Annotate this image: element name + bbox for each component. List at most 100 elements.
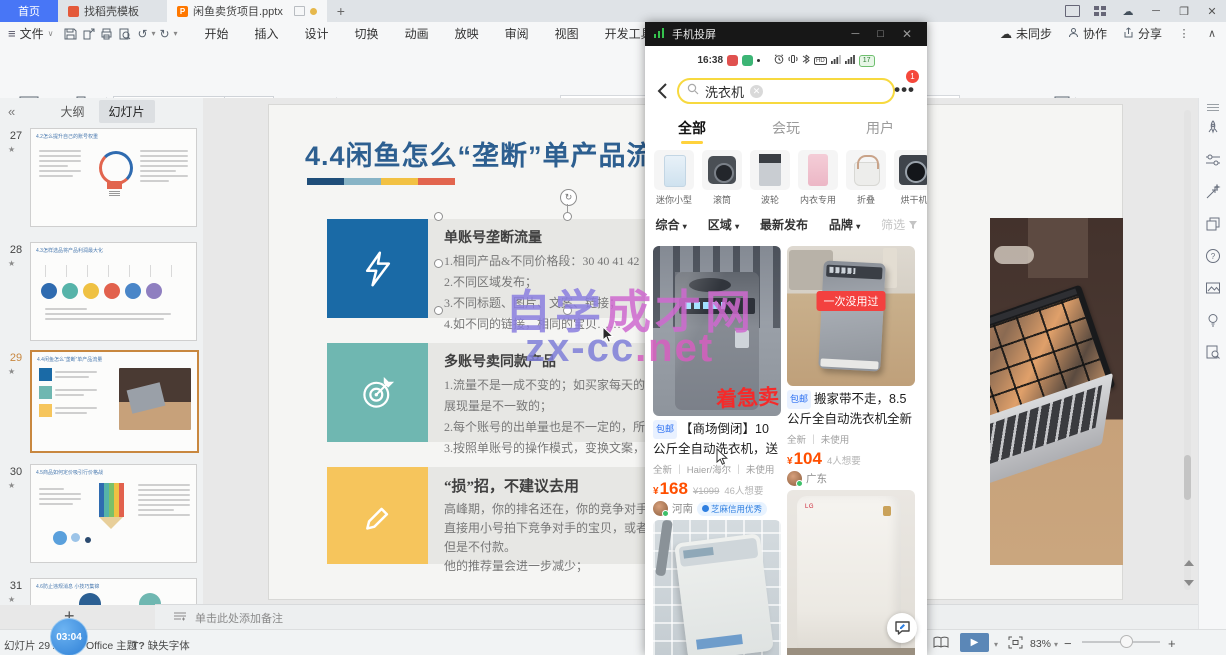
print-icon[interactable] (97, 26, 115, 42)
missing-font-warning[interactable]: T? 缺失字体 (132, 638, 190, 653)
file-menu[interactable]: ≡ 文件∨ (0, 25, 61, 42)
filter-newest[interactable]: 最新发布 (760, 216, 808, 233)
layout-single-icon[interactable] (1058, 0, 1086, 22)
rotate-handle[interactable]: ↻ (560, 189, 577, 206)
slide-27-thumbnail[interactable]: 4.2怎么提升自己的账号权重 (30, 128, 197, 227)
selection-handle-ml[interactable] (434, 259, 443, 268)
slide-photo-laptop[interactable] (990, 218, 1123, 565)
layout-grid-icon[interactable] (1086, 0, 1114, 22)
undo-icon[interactable]: ↺ (133, 26, 151, 42)
zoom-slider-knob[interactable] (1120, 635, 1133, 648)
phone-window-titlebar[interactable]: 手机投屏 ─ □ ✕ (645, 22, 927, 46)
selection-handle-tm[interactable] (563, 212, 572, 221)
play-options-caret-icon[interactable]: ▾ (994, 640, 998, 649)
menu-animation[interactable]: 动画 (392, 25, 442, 42)
selection-handle-bl[interactable] (434, 306, 443, 315)
tab-outline[interactable]: 大纲 (61, 103, 85, 120)
block1-icon-square[interactable] (327, 219, 428, 318)
restore-button[interactable]: ❐ (1170, 0, 1198, 22)
previous-slide-chevron-icon[interactable] (1184, 560, 1194, 566)
sliders-icon[interactable] (1205, 152, 1221, 168)
chip-folding[interactable]: 折叠 (845, 150, 887, 206)
search-input[interactable]: 洗衣机 ✕ (677, 78, 895, 104)
help-icon[interactable]: ? (1205, 248, 1221, 264)
menu-design[interactable]: 设计 (292, 25, 342, 42)
menu-transition[interactable]: 切换 (342, 25, 392, 42)
filter-sort[interactable]: 综合 ▾ (655, 216, 686, 233)
collapse-ribbon-icon[interactable]: ∧ (1198, 23, 1226, 45)
back-chevron-icon[interactable] (657, 82, 668, 105)
chip-dryer[interactable]: 烘干机 (893, 150, 927, 206)
menu-start[interactable]: 开始 (192, 25, 242, 42)
filter-more[interactable]: 筛选 (881, 216, 916, 233)
redo-caret-icon[interactable]: ▾ (173, 29, 177, 38)
tab-huiwan[interactable]: 会玩 (772, 118, 800, 138)
slide-28-thumbnail[interactable]: 4.3怎样选品将产品利润最大化 (30, 242, 197, 341)
zoom-in-button[interactable]: + (1168, 636, 1176, 651)
print-preview-icon[interactable] (115, 26, 133, 42)
block3-icon-square[interactable] (327, 467, 428, 564)
chip-mini[interactable]: 迷你小型 (653, 150, 695, 206)
drag-grip-icon[interactable] (1207, 104, 1219, 112)
chat-fab-button[interactable] (887, 613, 917, 643)
redo-icon[interactable]: ↻ (155, 26, 173, 42)
play-slideshow-button[interactable]: ▶ (960, 633, 989, 652)
slide-29-thumbnail[interactable]: 4.4闲鱼怎么“垄断”单产品流量 (30, 350, 199, 453)
tab-slides[interactable]: 幻灯片 (99, 100, 155, 123)
more-menu-icon[interactable]: ••• (894, 80, 915, 100)
slide-title[interactable]: 4.4闲鱼怎么“垄断”单产品流量 (305, 134, 683, 173)
new-tab-button[interactable]: + (327, 0, 355, 22)
product3-image[interactable] (653, 520, 781, 655)
close-button[interactable]: ✕ (1198, 0, 1226, 22)
recording-timer-badge[interactable]: 03:04 (50, 618, 88, 655)
product2-title[interactable]: 包邮搬家带不走，8.5公斤全自动洗衣机全新未拆 (787, 390, 915, 428)
image-tools-icon[interactable] (1205, 280, 1221, 296)
rocket-icon[interactable] (1205, 120, 1221, 136)
save-icon[interactable] (61, 26, 79, 42)
product1-seller-row[interactable]: 河南 芝麻信用优秀 (653, 501, 781, 516)
collapse-panel-icon[interactable]: « (0, 104, 23, 119)
idea-bulb-icon[interactable] (1205, 312, 1221, 328)
assistant-icon[interactable]: ☁ (1114, 0, 1142, 22)
theme-name[interactable]: Office 主题 (86, 638, 137, 653)
next-slide-chevron-icon[interactable] (1184, 580, 1194, 586)
block2-icon-square[interactable] (327, 343, 428, 442)
zoom-level[interactable]: 83% ▾ (1030, 638, 1058, 650)
tab-users[interactable]: 用户 (866, 118, 894, 138)
slide-30-thumbnail[interactable]: 4.5商品如何定价吸引行价格战 (30, 464, 197, 563)
menu-insert[interactable]: 插入 (242, 25, 292, 42)
resource-search-icon[interactable] (1205, 344, 1221, 360)
tab-home[interactable]: 首页 (0, 0, 58, 22)
menu-review[interactable]: 审阅 (492, 25, 542, 42)
menu-slideshow[interactable]: 放映 (442, 25, 492, 42)
slide-31-thumbnail[interactable]: 4.6防止违规消息 小技巧集锦 (30, 578, 197, 605)
tab-all[interactable]: 全部 (678, 118, 706, 138)
collaborate-button[interactable]: 协作 (1060, 25, 1115, 42)
canvas-scrollbar-thumb[interactable] (1184, 455, 1191, 500)
selection-handle-tl[interactable] (434, 212, 443, 221)
filter-brand[interactable]: 品牌 ▾ (829, 216, 860, 233)
magic-wand-icon[interactable] (1205, 184, 1221, 200)
clear-search-icon[interactable]: ✕ (750, 85, 763, 98)
phone-minimize-icon[interactable]: ─ (845, 28, 865, 40)
minimize-button[interactable]: ─ (1142, 0, 1170, 22)
phone-close-icon[interactable]: ✕ (896, 27, 918, 41)
filter-region[interactable]: 区域 ▾ (708, 216, 739, 233)
tab-document[interactable]: P 闲鱼卖货项目.pptx (167, 0, 327, 22)
fit-slide-icon[interactable] (1008, 636, 1023, 652)
product2-seller-row[interactable]: 广东 (787, 471, 915, 486)
share-button[interactable]: 分享 (1115, 25, 1170, 42)
sync-status[interactable]: ☁未同步 (992, 25, 1060, 42)
chip-drum[interactable]: 滚筒 (701, 150, 743, 206)
duplicate-icon[interactable] (1205, 216, 1221, 232)
canvas-scrollbar-track[interactable] (1184, 110, 1191, 590)
tab-docer[interactable]: 找稻壳模板 (58, 0, 149, 22)
kebab-menu-icon[interactable]: ⋮ (1170, 23, 1198, 45)
phone-maximize-icon[interactable]: □ (871, 28, 890, 40)
chip-pulsator[interactable]: 波轮 (749, 150, 791, 206)
zoom-out-button[interactable]: − (1064, 636, 1072, 651)
export-icon[interactable] (79, 26, 97, 42)
reading-view-icon[interactable] (933, 636, 949, 652)
chip-underwear[interactable]: 内衣专用 (797, 150, 839, 206)
product2-image[interactable]: 一次没用过 (787, 246, 915, 386)
